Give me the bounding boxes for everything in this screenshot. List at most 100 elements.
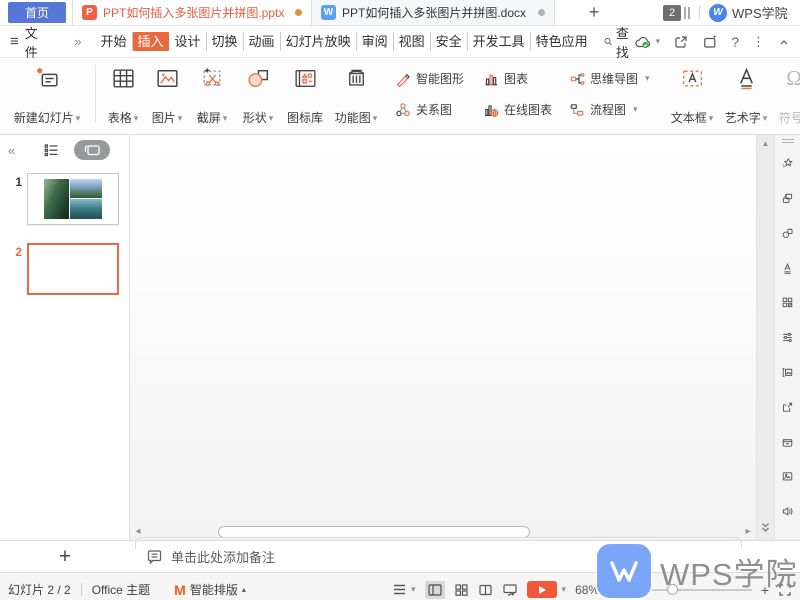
scroll-right-arrow[interactable]: ▸ (740, 524, 756, 540)
text-box-button[interactable]: 文本框 ▾ (665, 63, 719, 125)
smart-layout-button[interactable]: M 智能排版 ▴ (174, 581, 246, 598)
picture-tool-icon[interactable] (779, 470, 796, 483)
object-layout-icon[interactable] (779, 296, 796, 309)
wordart-tool-icon[interactable] (779, 262, 796, 275)
online-chart-button[interactable]: 在线图表 (483, 101, 557, 118)
material-box-icon[interactable] (779, 436, 796, 449)
zoom-slider-knob[interactable] (666, 583, 678, 595)
reading-view-icon[interactable] (478, 583, 493, 597)
home-tab[interactable]: 首页 (8, 2, 66, 23)
more-commands-icon[interactable]: » (74, 34, 81, 49)
special-effects-icon[interactable] (779, 157, 796, 170)
collapse-panel-icon[interactable]: « (8, 143, 15, 158)
icon-library-button[interactable]: 图标库 (281, 63, 329, 125)
present-view-icon[interactable] (502, 583, 518, 597)
function-diagram-button[interactable]: 功能图 ▾ (329, 63, 383, 125)
file-menu[interactable]: 文件 (25, 23, 38, 61)
outline-view-icon[interactable] (43, 143, 60, 158)
table-icon (112, 69, 134, 88)
online-chart-label: 在线图表 (504, 103, 553, 117)
shapes-button[interactable]: 形状 ▾ (235, 63, 281, 125)
fit-screen-icon[interactable] (778, 583, 792, 597)
new-tab-button[interactable]: + (581, 2, 607, 23)
tab-count-badge[interactable]: 2 (663, 4, 681, 21)
smart-graphics-label: 智能图形 (416, 72, 465, 86)
table-button[interactable]: 表格 ▾ (101, 63, 145, 125)
settings-sliders-icon[interactable] (779, 331, 796, 344)
tab-docx[interactable]: W PPT如何插入多张图片并拼图.docx (312, 0, 555, 25)
add-slide-button[interactable]: + (0, 545, 130, 569)
word-art-button[interactable]: 艺术字 ▾ (719, 63, 773, 125)
slide-2-preview-selected[interactable] (27, 243, 119, 295)
more-menu-icon[interactable]: ⋮ (752, 34, 765, 50)
scroll-up-arrow[interactable]: ▲ (757, 139, 774, 148)
zoom-slider[interactable] (633, 583, 752, 595)
smart-graphics-button[interactable]: 智能图形 (395, 70, 471, 87)
statusbar-left: 幻灯片 2 / 2 Office 主题 M 智能排版 ▴ (8, 581, 246, 598)
chart-button[interactable]: 图表 (483, 70, 557, 87)
tab-pptx[interactable]: P PPT如何插入多张图片并拼图.pptx (72, 0, 312, 25)
zoom-level[interactable]: 68% ▾ (575, 583, 608, 597)
horizontal-scroll-thumb[interactable] (218, 526, 530, 538)
rail-drag-handle[interactable] (781, 139, 794, 144)
new-slide-button[interactable]: 新建幻灯片 ▾ (4, 63, 90, 125)
screenshot-button[interactable]: 截屏 ▾ (189, 63, 235, 125)
tab-review[interactable]: 审阅 (357, 32, 394, 51)
tab-start[interactable]: 开始 (95, 32, 133, 51)
transition-switch-icon[interactable] (779, 192, 796, 205)
scroll-left-arrow[interactable]: ◂ (130, 524, 146, 540)
insert-image-tool-icon[interactable] (779, 366, 796, 379)
new-slide-icon (36, 67, 58, 87)
normal-view-button[interactable] (424, 580, 445, 599)
vertical-scrollbar[interactable]: ▲ (756, 135, 774, 540)
mind-map-button[interactable]: 思维导图 ▾ (569, 70, 655, 87)
tab-design[interactable]: 设计 (170, 32, 207, 51)
mindmap-group: 思维导图 ▾ 流程图 ▾ (569, 63, 655, 125)
find-button[interactable]: 查找 (603, 23, 634, 61)
play-icon (526, 581, 557, 598)
brand-label: WPS学院 (732, 6, 788, 21)
audio-icon[interactable] (779, 505, 796, 518)
slide-view-toggle[interactable] (74, 140, 111, 160)
tab-devtools[interactable]: 开发工具 (468, 32, 531, 51)
tab-security[interactable]: 安全 (431, 32, 468, 51)
play-slideshow-button[interactable]: ▾ (526, 581, 566, 598)
notes-input[interactable]: 单击此处添加备注 (130, 547, 275, 566)
hamburger-icon[interactable]: ≡ (10, 33, 19, 50)
mind-map-icon (570, 72, 585, 85)
slide-sorter-view-icon[interactable] (454, 583, 469, 597)
collapse-ribbon-icon[interactable] (778, 36, 790, 48)
shapes-tool-icon[interactable] (779, 227, 796, 240)
share-icon[interactable] (673, 34, 689, 50)
tab-animation[interactable]: 动画 (244, 32, 281, 51)
slide-edit-canvas[interactable]: ◂ ▸ (130, 135, 756, 540)
tab-slideshow[interactable]: 幻灯片放映 (281, 32, 357, 51)
slide-thumbnail-1[interactable]: 1 (10, 173, 129, 225)
zoom-out-button[interactable]: − (617, 582, 625, 598)
tab-transition[interactable]: 切换 (207, 32, 244, 51)
share-tool-icon[interactable] (779, 401, 796, 414)
theme-name[interactable]: Office 主题 (92, 581, 150, 598)
dropdown-caret: ▾ (633, 104, 638, 114)
cloud-sync-button[interactable]: ▾ (634, 34, 660, 49)
slide-1-preview[interactable] (27, 173, 119, 225)
notes-toggle-button[interactable]: ▾ (392, 583, 416, 596)
omega-icon: Ω (786, 65, 800, 91)
next-slide-chevrons-icon[interactable] (759, 521, 772, 534)
tab-view[interactable]: 视图 (394, 32, 431, 51)
symbol-button[interactable]: Ω 符号▾ (773, 63, 800, 125)
horizontal-scrollbar[interactable]: ◂ ▸ (130, 524, 756, 540)
new-window-icon[interactable] (702, 34, 718, 50)
flow-chart-button[interactable]: 流程图 ▾ (569, 101, 655, 118)
tab-special-features[interactable]: 特色应用 (531, 32, 593, 51)
picture-button[interactable]: 图片 ▾ (145, 63, 189, 125)
slide-thumbnail-2[interactable]: 2 (10, 243, 129, 295)
relation-diagram-icon (396, 102, 410, 116)
online-chart-icon (485, 104, 499, 117)
tab-insert[interactable]: 插入 (132, 32, 169, 51)
divider (95, 65, 96, 123)
relation-diagram-button[interactable]: 关系图 (395, 101, 471, 118)
help-icon[interactable]: ? (731, 34, 739, 50)
zoom-in-button[interactable]: + (761, 582, 769, 598)
doc-file-icon: W (321, 5, 336, 20)
